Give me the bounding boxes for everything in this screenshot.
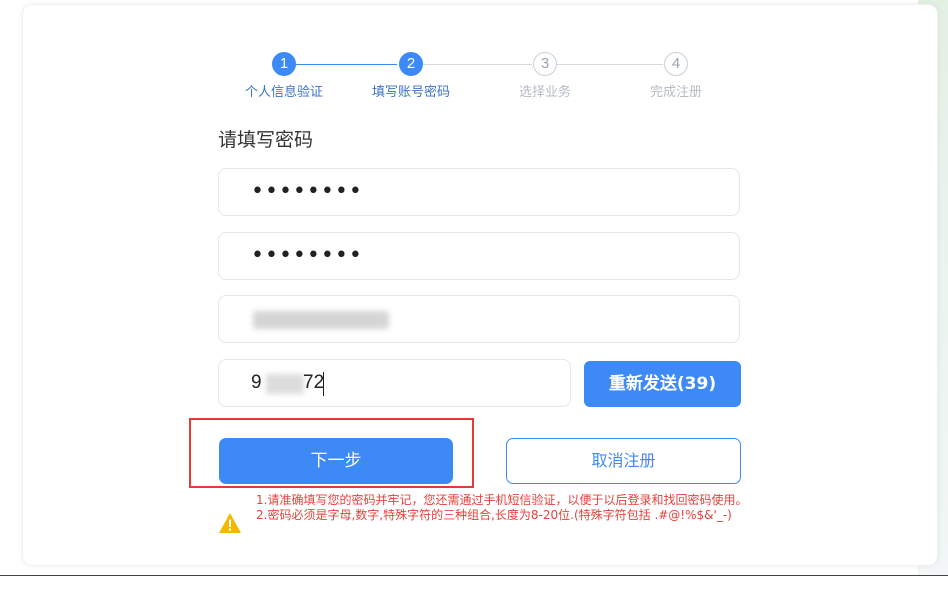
- code-value-end: 72: [303, 372, 325, 393]
- step-4-label: 完成注册: [649, 85, 702, 100]
- step-connector: [557, 64, 663, 65]
- code-value-start: 9: [251, 372, 262, 393]
- confirm-password-value: ••••••••: [251, 243, 363, 268]
- password-value: ••••••••: [251, 179, 363, 204]
- note-line-1: 1.请准确填写您的密码并牢记，您还需通过手机短信验证，以便于以后登录和找回密码使…: [256, 493, 748, 507]
- highlight-box: [189, 418, 474, 488]
- verification-code-field[interactable]: 9 72: [218, 359, 571, 407]
- step-3-circle: 3: [533, 52, 557, 76]
- redacted-value: [253, 311, 389, 329]
- cancel-registration-button[interactable]: 取消注册: [506, 438, 741, 484]
- phone-field[interactable]: [218, 295, 740, 343]
- step-2-label: 填写账号密码: [371, 85, 450, 100]
- step-4-circle: 4: [664, 52, 688, 76]
- resend-code-button[interactable]: 重新发送(39): [584, 361, 741, 407]
- registration-notes: 1.请准确填写您的密码并牢记，您还需通过手机短信验证，以便于以后登录和找回密码使…: [256, 493, 748, 523]
- step-connector: [295, 64, 397, 65]
- registration-card: [22, 4, 938, 566]
- redacted-code: [266, 374, 304, 394]
- step-connector: [423, 64, 532, 65]
- step-1-label: 个人信息验证: [244, 85, 323, 100]
- bottom-divider: [0, 575, 948, 576]
- confirm-password-field[interactable]: ••••••••: [218, 232, 740, 280]
- step-1-circle: 1: [272, 52, 296, 76]
- note-line-2: 2.密码必须是字母,数字,特殊字符的三种组合,长度为8-20位.(特殊字符包括 …: [256, 508, 732, 522]
- section-title: 请填写密码: [218, 129, 314, 151]
- text-caret: [323, 372, 324, 396]
- step-3-label: 选择业务: [518, 85, 571, 100]
- password-field[interactable]: ••••••••: [218, 168, 740, 216]
- step-2-circle: 2: [399, 52, 423, 76]
- warning-icon: [219, 513, 241, 533]
